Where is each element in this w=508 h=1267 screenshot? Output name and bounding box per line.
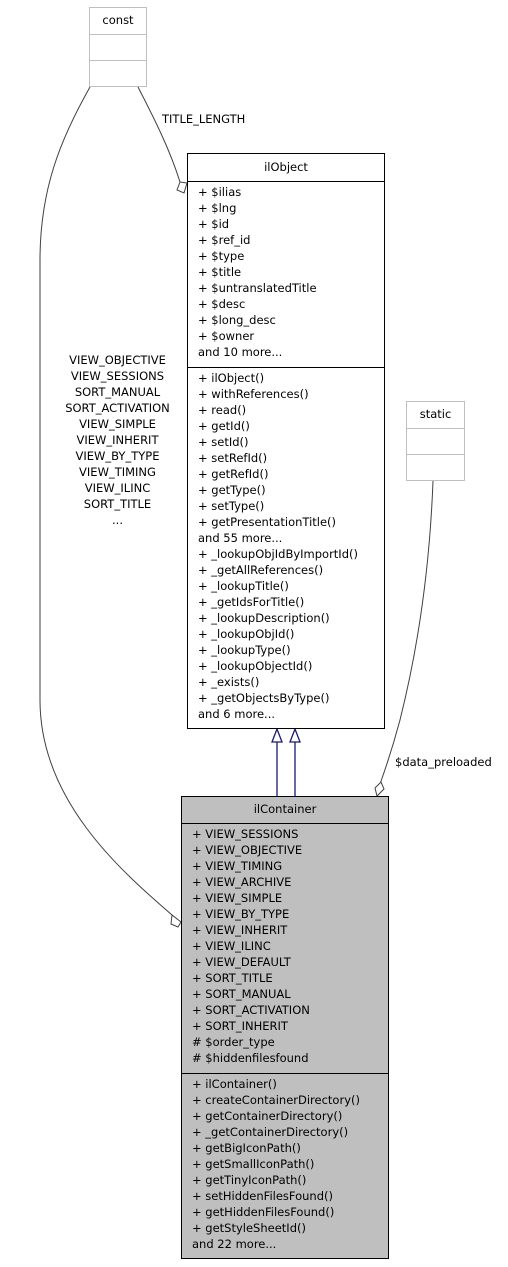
class-attribute: + VIEW_SESSIONS bbox=[192, 827, 299, 841]
class-const[interactable]: const bbox=[89, 7, 147, 87]
class-attribute: + VIEW_INHERIT bbox=[192, 923, 288, 937]
class-method: + _getAllReferences() bbox=[198, 563, 324, 577]
more-members-link[interactable]: and 55 more... bbox=[198, 530, 384, 546]
class-method: + _getContainerDirectory() bbox=[192, 1125, 349, 1139]
edge-label: SORT_TITLE bbox=[83, 497, 152, 511]
class-methods: + ilObject() + withReferences() + read() + … bbox=[188, 368, 384, 722]
edge-label: VIEW_SIMPLE bbox=[79, 417, 156, 431]
edge-label: VIEW_ILINC bbox=[84, 481, 151, 495]
class-method: + setRefId() bbox=[198, 451, 268, 465]
class-method: + getType() bbox=[198, 483, 266, 497]
class-method: + getContainerDirectory() bbox=[192, 1109, 343, 1123]
class-attribute: + $lng bbox=[198, 201, 237, 215]
class-ilobject[interactable]: ilObject + $ilias + $lng + $id + $ref_id + $… bbox=[187, 153, 385, 729]
class-method: + getTinyIconPath() bbox=[192, 1173, 307, 1187]
class-attribute: + $ref_id bbox=[198, 233, 251, 247]
edge-label: ... bbox=[112, 513, 123, 527]
class-method: + _lookupObjectId() bbox=[198, 659, 313, 673]
class-method: + ilContainer() bbox=[192, 1077, 277, 1091]
class-method: + _lookupType() bbox=[198, 643, 291, 657]
class-method: + setHiddenFilesFound() bbox=[192, 1189, 333, 1203]
edge-static-to-ilcontainer bbox=[379, 480, 434, 785]
class-attribute: + $id bbox=[198, 217, 230, 231]
class-attributes bbox=[90, 35, 146, 61]
class-method: + withReferences() bbox=[198, 387, 309, 401]
class-method: + _lookupObjId() bbox=[198, 627, 295, 641]
class-method: + getRefId() bbox=[198, 467, 269, 481]
class-attribute: + VIEW_DEFAULT bbox=[192, 955, 291, 969]
class-method: + _lookupDescription() bbox=[198, 611, 330, 625]
class-method: + _getIdsForTitle() bbox=[198, 595, 305, 609]
class-attribute: + $ilias bbox=[198, 185, 242, 199]
class-method: + getStyleSheetId() bbox=[192, 1221, 306, 1235]
class-attribute: + VIEW_SIMPLE bbox=[192, 891, 283, 905]
edge-label: VIEW_TIMING bbox=[79, 465, 156, 479]
class-attribute: + VIEW_BY_TYPE bbox=[192, 907, 290, 921]
class-method: + getSmallIconPath() bbox=[192, 1157, 315, 1171]
class-method: + ilObject() bbox=[198, 371, 265, 385]
class-attribute: + VIEW_OBJECTIVE bbox=[192, 843, 303, 857]
class-attribute: + $type bbox=[198, 249, 245, 263]
class-method: + _lookupObjIdByImportId() bbox=[198, 547, 358, 561]
class-title: ilObject bbox=[188, 154, 384, 182]
class-ilcontainer[interactable]: ilContainer + VIEW_SESSIONS + VIEW_OBJECT… bbox=[181, 796, 389, 1259]
edge-label-title-length: TITLE_LENGTH bbox=[162, 112, 246, 126]
edge-label: SORT_MANUAL bbox=[74, 385, 161, 399]
aggregation-diamond-icon bbox=[176, 181, 188, 194]
class-attribute: # $order_type bbox=[192, 1035, 275, 1049]
class-method: + _getObjectsByType() bbox=[198, 691, 330, 705]
more-members-link[interactable]: and 10 more... bbox=[198, 344, 384, 360]
inheritance-arrow-icon bbox=[289, 727, 301, 743]
class-method: + createContainerDirectory() bbox=[192, 1093, 360, 1107]
class-attribute: + VIEW_TIMING bbox=[192, 859, 283, 873]
class-title: static bbox=[407, 402, 464, 429]
class-title: ilContainer bbox=[182, 797, 388, 824]
class-attribute: + SORT_INHERIT bbox=[192, 1019, 288, 1033]
class-attributes: + $ilias + $lng + $id + $ref_id + $type + $ti… bbox=[188, 182, 384, 368]
class-method: + setType() bbox=[198, 499, 265, 513]
class-attribute: + VIEW_ILINC bbox=[192, 939, 271, 953]
class-attribute: + SORT_MANUAL bbox=[192, 987, 291, 1001]
edge-const-to-ilobject bbox=[137, 86, 181, 183]
class-attribute: + $untranslatedTitle bbox=[198, 281, 317, 295]
edge-label-stack-const-ilcontainer: VIEW_OBJECTIVE VIEW_SESSIONS SORT_MANUAL SO… bbox=[50, 352, 185, 528]
class-method: + _lookupTitle() bbox=[198, 579, 289, 593]
class-method: + getBigIconPath() bbox=[192, 1141, 301, 1155]
class-method: + read() bbox=[198, 403, 247, 417]
edge-label-data-preloaded: $data_preloaded bbox=[395, 755, 492, 769]
edge-label: VIEW_INHERIT bbox=[76, 433, 159, 447]
edge-label: VIEW_SESSIONS bbox=[70, 369, 165, 383]
class-methods: + ilContainer() + createContainerDirector… bbox=[182, 1074, 388, 1252]
class-method: + _exists() bbox=[198, 675, 260, 689]
class-method: + getHiddenFilesFound() bbox=[192, 1205, 335, 1219]
class-static[interactable]: static bbox=[406, 401, 465, 481]
class-methods bbox=[407, 455, 464, 480]
aggregation-diamond-icon bbox=[170, 914, 182, 928]
more-members-link[interactable]: and 22 more... bbox=[192, 1236, 388, 1252]
class-method: + setId() bbox=[198, 435, 249, 449]
class-attribute: + SORT_ACTIVATION bbox=[192, 1003, 310, 1017]
more-members-link[interactable]: and 6 more... bbox=[198, 706, 384, 722]
class-attribute: + $owner bbox=[198, 329, 255, 343]
edge-label: SORT_ACTIVATION bbox=[65, 401, 170, 415]
aggregation-diamond-icon bbox=[374, 781, 385, 797]
class-attribute: + VIEW_ARCHIVE bbox=[192, 875, 292, 889]
class-attribute: + $desc bbox=[198, 297, 246, 311]
class-attribute: # $hiddenfilesfound bbox=[192, 1051, 309, 1065]
class-attribute: + $long_desc bbox=[198, 313, 276, 327]
class-attributes: + VIEW_SESSIONS + VIEW_OBJECTIVE + VIEW_TI… bbox=[182, 824, 388, 1074]
class-attribute: + SORT_TITLE bbox=[192, 971, 273, 985]
class-title: const bbox=[90, 8, 146, 35]
class-attribute: + $title bbox=[198, 265, 242, 279]
edge-label: VIEW_BY_TYPE bbox=[75, 449, 160, 463]
class-method: + getId() bbox=[198, 419, 250, 433]
class-methods bbox=[90, 61, 146, 86]
edge-label: VIEW_OBJECTIVE bbox=[69, 353, 166, 367]
class-method: + getPresentationTitle() bbox=[198, 515, 337, 529]
inheritance-arrow-icon bbox=[271, 727, 283, 743]
class-attributes bbox=[407, 429, 464, 455]
